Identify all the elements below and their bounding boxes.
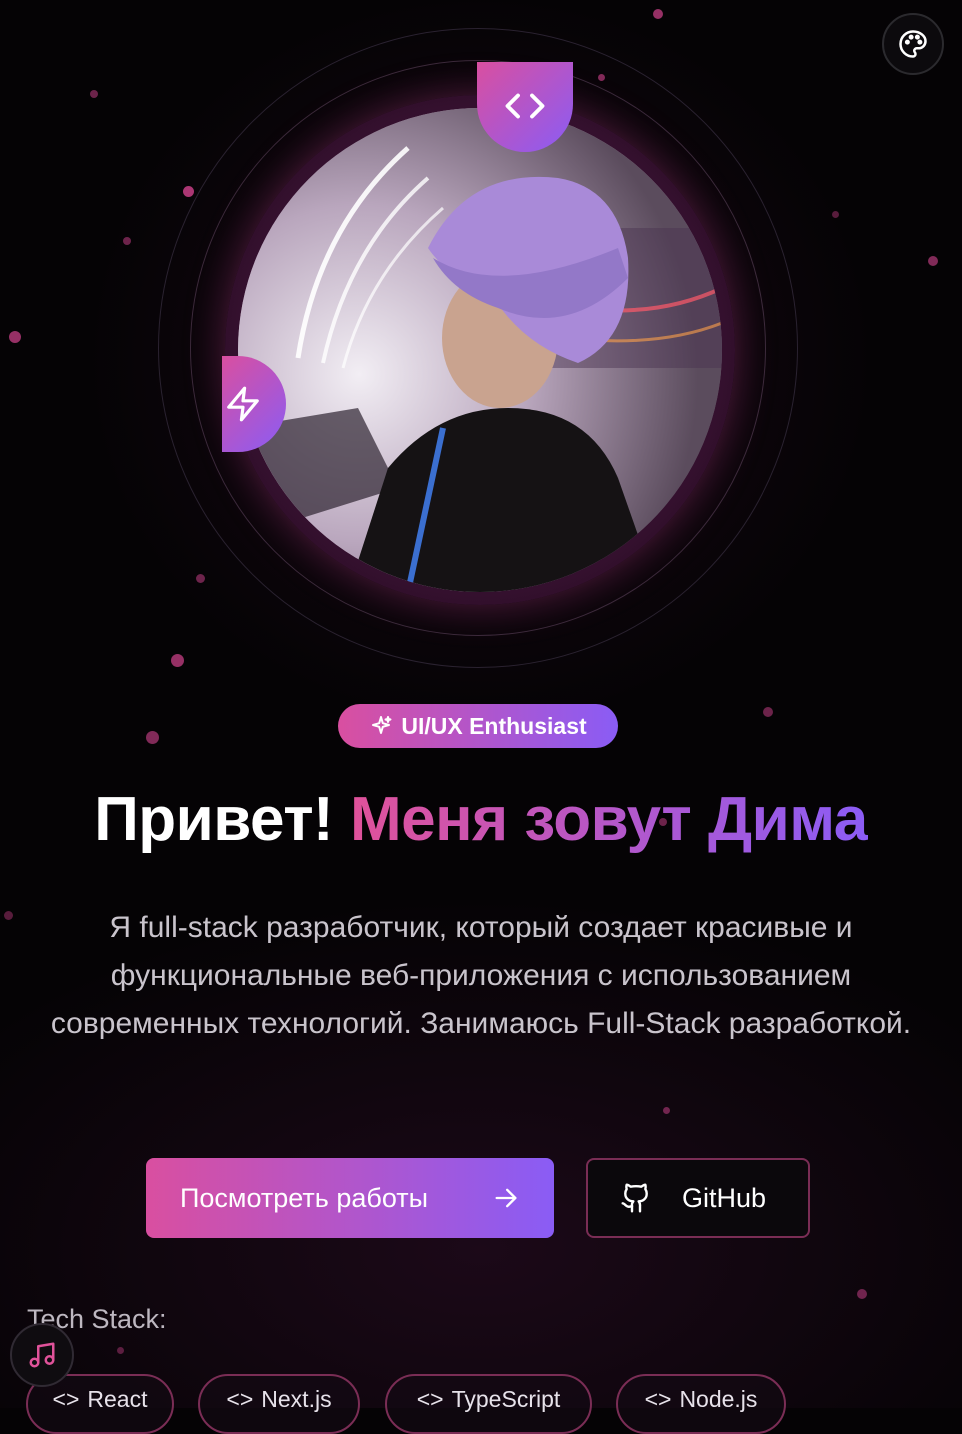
particle xyxy=(196,574,205,583)
page-title: Привет! Меня зовут Дима xyxy=(0,782,962,858)
music-toggle-button[interactable] xyxy=(10,1323,74,1387)
code-icon: <> xyxy=(52,1386,80,1412)
github-icon xyxy=(621,1183,648,1213)
github-button-label: GitHub xyxy=(682,1182,767,1213)
bolt-icon xyxy=(227,386,259,422)
tech-tag-label: React xyxy=(87,1386,148,1412)
particle xyxy=(171,654,184,667)
hero-description: Я full-stack разработчик, который создае… xyxy=(50,911,912,1040)
sparkles-icon xyxy=(372,716,392,734)
title-name: Меня зовут Дима xyxy=(349,785,868,854)
particle xyxy=(183,186,194,197)
particle xyxy=(117,1347,124,1354)
particle xyxy=(4,911,13,920)
particle xyxy=(832,211,839,218)
code-icon xyxy=(505,93,545,119)
palette-icon xyxy=(899,30,927,58)
role-chip-label: UI/UX Enthusiast xyxy=(401,712,587,739)
particle xyxy=(90,90,98,98)
tech-tag-nextjs[interactable]: <> Next.js xyxy=(198,1374,360,1434)
tech-tag-nodejs[interactable]: <> Node.js xyxy=(616,1374,786,1434)
view-works-button-label: Посмотреть работы xyxy=(180,1182,429,1213)
particle xyxy=(857,1289,867,1299)
particle xyxy=(663,1107,670,1114)
code-icon: <> xyxy=(416,1386,444,1412)
code-icon: <> xyxy=(226,1386,254,1412)
particle xyxy=(123,237,131,245)
particle xyxy=(146,731,159,744)
view-works-button[interactable]: Посмотреть работы xyxy=(146,1158,554,1238)
avatar-illustration xyxy=(238,108,722,592)
tech-tag-label: TypeScript xyxy=(451,1386,561,1412)
github-button[interactable]: GitHub xyxy=(586,1158,810,1238)
arrow-right-icon xyxy=(495,1188,517,1208)
tech-tag-label: Next.js xyxy=(261,1386,332,1412)
music-note-icon xyxy=(29,1342,55,1368)
code-icon: <> xyxy=(644,1386,672,1412)
avatar-photo xyxy=(238,108,722,592)
particle xyxy=(653,9,663,19)
particle xyxy=(928,256,938,266)
tech-tag-typescript[interactable]: <> TypeScript xyxy=(385,1374,592,1434)
particle xyxy=(9,331,21,343)
particle xyxy=(763,707,773,717)
tech-tag-label: Node.js xyxy=(679,1386,758,1412)
theme-toggle-button[interactable] xyxy=(882,13,944,75)
role-chip: UI/UX Enthusiast xyxy=(338,704,618,748)
title-greeting: Привет! xyxy=(94,785,334,854)
